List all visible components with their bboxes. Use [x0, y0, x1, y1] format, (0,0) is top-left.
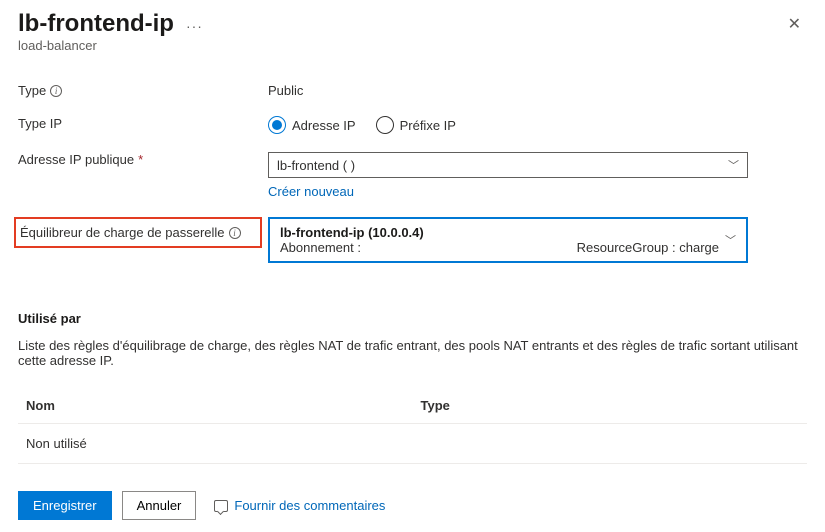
used-by-heading: Utilisé par [18, 311, 807, 326]
gateway-lb-callout: Équilibreur de charge de passerelle i [14, 217, 262, 248]
more-icon[interactable]: ··· [182, 18, 207, 34]
required-indicator: * [138, 152, 143, 167]
feedback-link[interactable]: Fournir des commentaires [214, 498, 385, 513]
radio-icon [268, 116, 286, 134]
used-by-description: Liste des règles d'équilibrage de charge… [18, 338, 807, 368]
save-button[interactable]: Enregistrer [18, 491, 112, 520]
col-type: Type [413, 388, 808, 424]
radio-icon [376, 116, 394, 134]
table-row: Non utilisé [18, 424, 807, 464]
resource-type: load-balancer [18, 38, 807, 53]
feedback-icon [214, 500, 228, 512]
chevron-down-icon: ﹀ [725, 232, 736, 248]
label-gateway-lb: Équilibreur de charge de passerelle [20, 225, 225, 240]
public-ip-selected-value: lb-frontend ( ) [277, 158, 355, 173]
chevron-down-icon: ﹀ [728, 157, 739, 173]
gateway-lb-resourcegroup: ResourceGroup : charge [577, 240, 719, 255]
gateway-lb-selected-title: lb-frontend-ip (10.0.0.4) [280, 225, 719, 240]
info-icon[interactable]: i [50, 85, 62, 97]
public-ip-select[interactable]: lb-frontend ( ) ﹀ [268, 152, 748, 178]
used-by-table: Nom Type Non utilisé [18, 388, 807, 464]
col-name: Nom [18, 388, 413, 424]
page-title: lb-frontend-ip [18, 10, 174, 38]
close-icon[interactable]: ✕ [782, 10, 807, 38]
create-new-link[interactable]: Créer nouveau [268, 184, 354, 199]
cell-type [413, 424, 808, 464]
radio-prefix-label: Préfixe IP [400, 118, 456, 133]
gateway-lb-select[interactable]: lb-frontend-ip (10.0.0.4) Abonnement : R… [268, 217, 748, 263]
radio-ip-address[interactable]: Adresse IP [268, 116, 356, 134]
label-type-ip: Type IP [18, 116, 268, 131]
gateway-lb-subscription: Abonnement : [280, 240, 361, 255]
label-public-ip-text: Adresse IP publique [18, 152, 134, 167]
label-public-ip: Adresse IP publique * [18, 152, 268, 167]
cell-name: Non utilisé [18, 424, 413, 464]
radio-ip-label: Adresse IP [292, 118, 356, 133]
type-value: Public [268, 83, 807, 98]
cancel-button[interactable]: Annuler [122, 491, 197, 520]
radio-ip-prefix[interactable]: Préfixe IP [376, 116, 456, 134]
label-type: Type i [18, 83, 268, 98]
feedback-label: Fournir des commentaires [234, 498, 385, 513]
label-type-text: Type [18, 83, 46, 98]
info-icon[interactable]: i [229, 227, 241, 239]
